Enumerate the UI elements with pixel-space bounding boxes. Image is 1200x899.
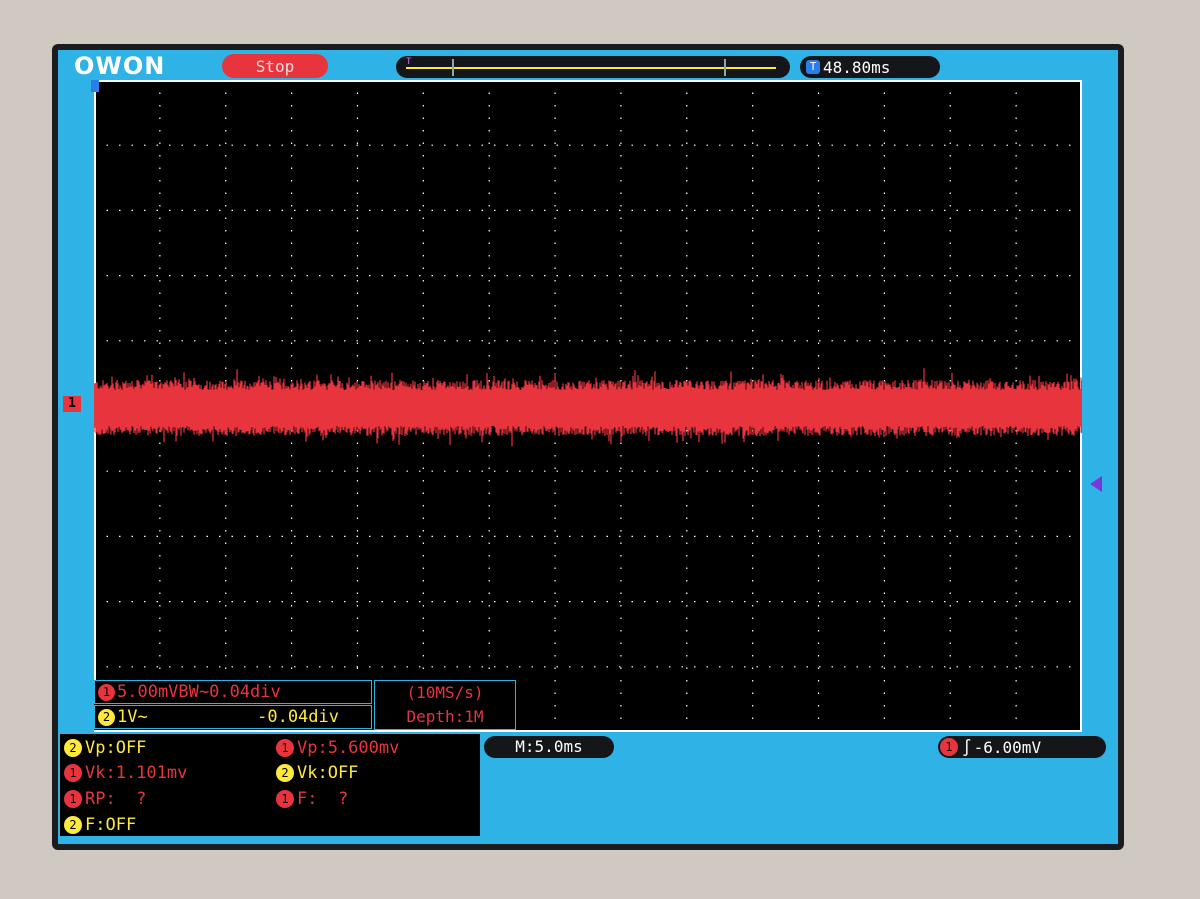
ch1-settings-row[interactable]: 1 5.00mVBW~0.04div: [94, 680, 372, 704]
ch2-badge-icon: 2: [98, 708, 115, 726]
measurement-text: Vp:OFF: [85, 738, 147, 758]
timebase-readout[interactable]: M:5.0ms: [484, 736, 614, 758]
memory-depth: Depth:1M: [406, 707, 484, 726]
measurement-item[interactable]: 2 F:OFF: [64, 813, 136, 837]
measurement-item[interactable]: 1 RP: ?: [64, 787, 146, 811]
ch2-badge-icon: 2: [64, 816, 82, 834]
ch1-settings-text: 5.00mVBW~0.04div: [117, 682, 281, 702]
window-left-bracket: [452, 59, 454, 76]
owon-logo: OWON: [74, 52, 166, 80]
channel-settings-panel: 1 5.00mVBW~0.04div 2 1V~ -0.04div: [94, 680, 372, 730]
measurement-panel: 2 Vp:OFF 1 Vp:5.600mv 1 Vk:1.101mv 2 Vk:…: [60, 734, 480, 836]
ch1-badge-icon: 1: [64, 790, 82, 808]
ch1-badge-icon: 1: [276, 739, 294, 757]
measurement-item[interactable]: 1 F: ?: [276, 787, 348, 811]
measurement-item[interactable]: 1 Vp:5.600mv: [276, 736, 399, 760]
ch2-badge-icon: 2: [276, 764, 294, 782]
ch1-badge-icon: 1: [98, 683, 115, 701]
sample-rate: (10MS/s): [406, 683, 484, 702]
measurement-text: F:OFF: [85, 815, 137, 835]
waveform-display-area[interactable]: [94, 80, 1082, 732]
trigger-position-value: 48.80ms: [823, 57, 891, 77]
measurement-text: Vk:1.101mv: [85, 763, 188, 783]
trigger-point-marker: T: [406, 57, 412, 67]
ch2-badge-icon: 2: [64, 739, 82, 757]
ch1-level-marker[interactable]: 1: [63, 396, 81, 412]
trigger-time-icon: T: [806, 60, 820, 74]
measurement-text: RP: ?: [85, 789, 147, 809]
trigger-readout[interactable]: 1 ∫ -6.00mV: [938, 736, 1106, 758]
trigger-level-marker-icon[interactable]: [1090, 476, 1102, 492]
trigger-level-value: -6.00mV: [973, 737, 1042, 757]
measurement-text: Vk:OFF: [297, 763, 359, 783]
rising-edge-icon: ∫: [962, 737, 972, 757]
measurement-item[interactable]: 1 Vk:1.101mv: [64, 761, 187, 785]
trigger-position-readout[interactable]: T 48.80ms: [800, 56, 940, 78]
ch1-badge-icon: 1: [64, 764, 82, 782]
measurement-text: Vp:5.600mv: [297, 738, 400, 758]
ch1-badge-icon: 1: [940, 738, 958, 756]
ch1-badge-icon: 1: [276, 790, 294, 808]
run-stop-status-button[interactable]: Stop: [222, 54, 328, 78]
ch2-offset: -0.04div: [257, 707, 339, 727]
measurement-text: F: ?: [297, 789, 349, 809]
ch1-waveform-trace: [94, 368, 1082, 447]
horizontal-position-marker: [91, 80, 99, 92]
memory-position-indicator: T: [406, 57, 776, 76]
measurement-item[interactable]: 2 Vp:OFF: [64, 736, 146, 760]
window-right-bracket: [724, 59, 726, 76]
measurement-item[interactable]: 2 Vk:OFF: [276, 761, 358, 785]
ch1-noise-band: [94, 392, 1082, 424]
ch2-settings-row[interactable]: 2 1V~ -0.04div: [94, 705, 372, 729]
acquisition-panel: (10MS/s) Depth:1M: [374, 680, 516, 730]
memory-position-bar[interactable]: T: [396, 56, 790, 78]
ch2-volts-div: 1V~: [117, 707, 148, 727]
